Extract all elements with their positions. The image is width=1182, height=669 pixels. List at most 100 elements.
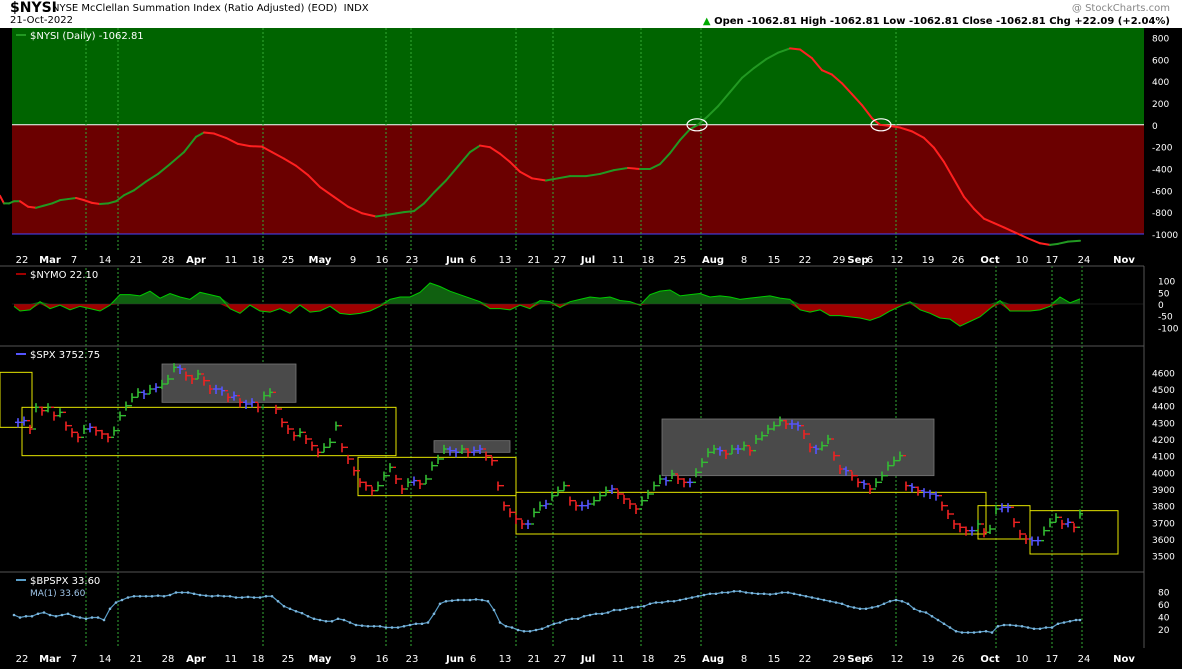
symbol: $NYSI bbox=[10, 0, 57, 16]
nymo-y-tick: 100 bbox=[1158, 278, 1175, 288]
bpspx-point bbox=[840, 602, 844, 606]
bpspx-point bbox=[372, 624, 376, 628]
bpspx-y-tick: 60 bbox=[1158, 601, 1170, 611]
spx-y-tick: 4000 bbox=[1152, 469, 1175, 479]
nysi-line-segment bbox=[27, 205, 37, 209]
bpspx-point bbox=[918, 609, 922, 613]
nysi-y-tick: 0 bbox=[1152, 122, 1158, 132]
bpspx-point bbox=[618, 608, 622, 612]
nysi-line-segment bbox=[67, 196, 77, 201]
bpspx-point bbox=[108, 607, 112, 611]
bpspx-point bbox=[930, 614, 934, 618]
bpspx-point bbox=[168, 593, 172, 597]
bpspx-point bbox=[942, 622, 946, 626]
bpspx-point bbox=[24, 614, 28, 618]
bpspx-point bbox=[648, 602, 652, 606]
bpspx-point bbox=[144, 594, 148, 598]
x-axis-tick-label: 27 bbox=[554, 654, 567, 665]
stock-chart: 8006004002000-200-400-600-800-1000$NYSI … bbox=[0, 28, 1182, 669]
spx-y-tick: 3500 bbox=[1152, 553, 1175, 563]
bpspx-point bbox=[384, 626, 388, 629]
x-axis-tick-label: 8 bbox=[741, 255, 747, 266]
nysi-y-tick: 400 bbox=[1152, 78, 1169, 88]
x-axis-tick-label: 8 bbox=[741, 654, 747, 665]
spx-y-tick: 4100 bbox=[1152, 453, 1175, 463]
x-axis-tick-label: 25 bbox=[282, 255, 295, 266]
bpspx-point bbox=[876, 604, 880, 608]
x-axis-tick-label: 18 bbox=[642, 654, 655, 665]
bpspx-point bbox=[846, 604, 850, 608]
bpspx-point bbox=[552, 622, 556, 626]
x-axis-tick-label: Jul bbox=[580, 255, 595, 266]
x-axis-tick-label: 18 bbox=[252, 255, 265, 266]
x-axis-tick-label: 26 bbox=[952, 654, 965, 665]
bpspx-point bbox=[1002, 623, 1006, 627]
consolidation-shaded-box bbox=[161, 363, 297, 403]
bpspx-point bbox=[96, 616, 100, 619]
bpspx-point bbox=[414, 622, 418, 626]
bpspx-point bbox=[894, 598, 898, 602]
bpspx-point bbox=[480, 598, 484, 602]
bpspx-point bbox=[630, 606, 634, 609]
bpspx-point bbox=[438, 602, 442, 606]
bpspx-point bbox=[804, 594, 808, 598]
bpspx-point bbox=[450, 599, 454, 602]
bpspx-point bbox=[912, 607, 916, 611]
bpspx-point bbox=[1078, 618, 1082, 622]
bpspx-point bbox=[780, 591, 784, 594]
bpspx-point bbox=[216, 594, 220, 597]
bpspx-point bbox=[726, 591, 730, 594]
spx-legend-label: $SPX 3752.75 bbox=[30, 350, 100, 361]
consolidation-shaded-box bbox=[433, 440, 511, 453]
bpspx-point bbox=[990, 631, 994, 634]
nysi-line-segment bbox=[403, 210, 415, 214]
bpspx-point bbox=[534, 628, 538, 632]
x-axis-tick-label: Aug bbox=[702, 255, 724, 266]
bpspx-point bbox=[444, 599, 448, 603]
bpspx-point bbox=[210, 594, 214, 598]
bpspx-point bbox=[1038, 627, 1042, 631]
nysi-y-tick: -600 bbox=[1152, 187, 1173, 197]
bpspx-point bbox=[864, 607, 868, 611]
bpspx-point bbox=[234, 596, 238, 599]
bpspx-point bbox=[30, 614, 34, 618]
bpspx-point bbox=[954, 629, 958, 633]
bpspx-point bbox=[786, 591, 790, 594]
bpspx-point bbox=[504, 624, 508, 628]
bpspx-point bbox=[36, 612, 40, 616]
nymo-y-tick: -50 bbox=[1158, 313, 1173, 323]
bpspx-point bbox=[102, 618, 106, 622]
x-axis-tick-label: 28 bbox=[162, 654, 175, 665]
x-axis-tick-label: 22 bbox=[16, 654, 29, 665]
spx-y-tick: 3700 bbox=[1152, 519, 1175, 529]
chart-date: 21-Oct-2022 bbox=[10, 15, 73, 26]
bpspx-point bbox=[654, 601, 658, 604]
nysi-line-segment bbox=[879, 123, 891, 127]
bpspx-point bbox=[336, 617, 340, 621]
bpspx-point bbox=[822, 598, 826, 602]
bpspx-point bbox=[576, 617, 580, 621]
x-axis-tick-label: 22 bbox=[799, 654, 812, 665]
bpspx-point bbox=[228, 594, 232, 598]
bpspx-point bbox=[984, 629, 988, 633]
x-axis-tick-label: 17 bbox=[1046, 255, 1059, 266]
bpspx-point bbox=[486, 599, 490, 603]
x-axis-tick-label: Apr bbox=[186, 255, 206, 266]
bpspx-point bbox=[474, 598, 478, 601]
bpspx-point bbox=[546, 624, 550, 628]
bpspx-point bbox=[642, 604, 646, 608]
bpspx-point bbox=[816, 597, 820, 601]
bpspx-point bbox=[408, 623, 412, 627]
bpspx-point bbox=[996, 624, 1000, 628]
nysi-y-tick: -1000 bbox=[1152, 231, 1178, 241]
nysi-line-segment bbox=[99, 202, 109, 205]
x-axis-tick-label: 21 bbox=[528, 654, 541, 665]
bpspx-point bbox=[78, 616, 82, 619]
x-axis-tick-label: 22 bbox=[16, 255, 29, 266]
x-axis-tick-label: Sep bbox=[847, 255, 868, 266]
nysi-y-tick: -200 bbox=[1152, 144, 1173, 154]
bpspx-point bbox=[936, 618, 940, 622]
nysi-line-segment bbox=[1067, 239, 1081, 243]
x-axis-tick-label: 6 bbox=[470, 654, 476, 665]
bpspx-point bbox=[318, 618, 322, 622]
